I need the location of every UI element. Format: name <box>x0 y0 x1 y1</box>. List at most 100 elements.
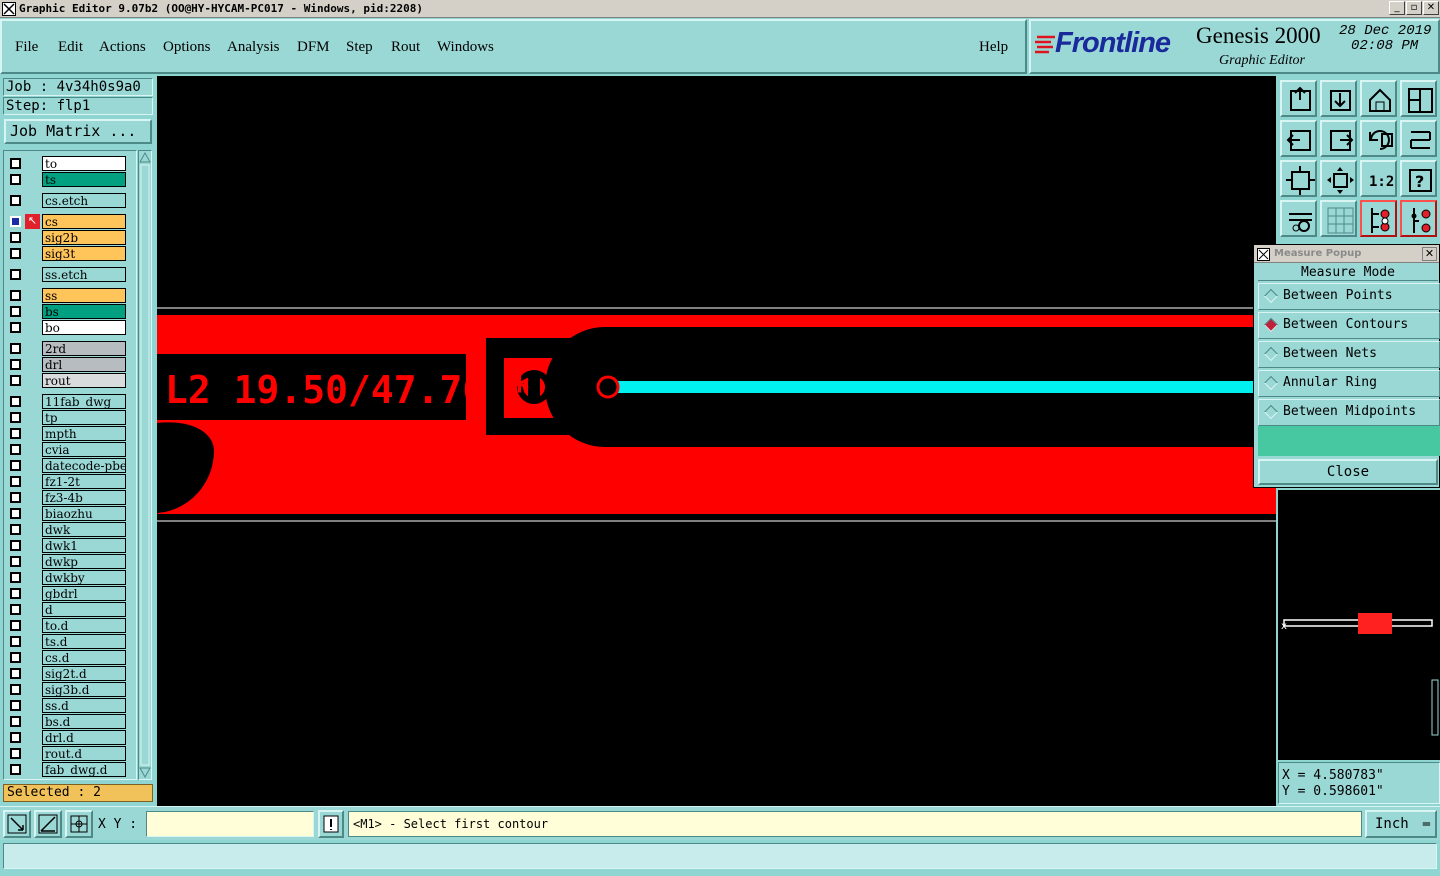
layer-row-11fab_dwg[interactable]: 11fab_dwg <box>8 394 126 409</box>
layer-row-biaozhu[interactable]: biaozhu <box>8 506 126 521</box>
layer-row-cs.etch[interactable]: cs.etch <box>8 193 126 208</box>
layer-checkbox[interactable] <box>10 620 21 631</box>
tools-button[interactable] <box>1280 200 1317 237</box>
help-button[interactable]: ? <box>1400 160 1437 197</box>
layer-row-ss[interactable]: ss <box>8 288 126 303</box>
maximize-button[interactable]: ▫ <box>1406 1 1422 15</box>
layer-row-dwk1[interactable]: dwk1 <box>8 538 126 553</box>
layer-row-drl[interactable]: drl <box>8 357 126 372</box>
home-button[interactable] <box>1360 80 1397 117</box>
zoom-center-button[interactable] <box>1320 160 1357 197</box>
snap-mode-button[interactable] <box>3 810 31 838</box>
layer-checkbox[interactable] <box>10 764 21 775</box>
layer-row-rout.d[interactable]: rout.d <box>8 746 126 761</box>
layer-row-sig2b[interactable]: sig2b <box>8 230 126 245</box>
layer-row-mpth[interactable]: mpth <box>8 426 126 441</box>
layers-snap-button[interactable] <box>1360 200 1397 237</box>
layer-row-2rd[interactable]: 2rd <box>8 341 126 356</box>
layer-checkbox[interactable] <box>10 343 21 354</box>
layer-checkbox[interactable] <box>10 174 21 185</box>
layer-checkbox[interactable] <box>10 716 21 727</box>
menu-help[interactable]: Help <box>979 39 1008 56</box>
layer-checkbox[interactable] <box>10 232 21 243</box>
layer-row-fab_dwg.d[interactable]: fab_dwg.d <box>8 762 126 777</box>
layer-row-bs.d[interactable]: bs.d <box>8 714 126 729</box>
menu-analysis[interactable]: Analysis <box>227 39 280 56</box>
layer-row-dwk[interactable]: dwk <box>8 522 126 537</box>
layer-checkbox[interactable] <box>10 428 21 439</box>
layer-checkbox[interactable] <box>10 322 21 333</box>
layer-checkbox[interactable] <box>10 700 21 711</box>
layer-checkbox[interactable] <box>10 375 21 386</box>
menu-dfm[interactable]: DFM <box>297 39 330 56</box>
layer-row-cs.d[interactable]: cs.d <box>8 650 126 665</box>
layer-row-gbdrl[interactable]: gbdrl <box>8 586 126 601</box>
measure-option-between-nets[interactable]: Between Nets <box>1258 341 1440 368</box>
layer-row-ts[interactable]: ts <box>8 172 126 187</box>
measure-option-between-contours[interactable]: Between Contours <box>1258 312 1440 339</box>
layer-checkbox[interactable] <box>10 636 21 647</box>
split-view-button[interactable] <box>1400 80 1437 117</box>
popup-close-icon[interactable]: ✕ <box>1422 247 1437 261</box>
layer-checkbox[interactable] <box>10 652 21 663</box>
layer-row-cvia[interactable]: cvia <box>8 442 126 457</box>
layer-row-fz1-2t[interactable]: fz1-2t <box>8 474 126 489</box>
net-snap-button[interactable] <box>1400 200 1437 237</box>
layer-checkbox[interactable] <box>10 248 21 259</box>
layer-row-datecode-pbe[interactable]: datecode-pbe <box>8 458 126 473</box>
layer-checkbox[interactable] <box>10 492 21 503</box>
layer-row-tp[interactable]: tp <box>8 410 126 425</box>
layer-checkbox[interactable] <box>10 396 21 407</box>
layer-checkbox[interactable] <box>10 748 21 759</box>
units-selector[interactable]: Inch ═ <box>1365 810 1437 838</box>
layer-checkbox[interactable] <box>10 476 21 487</box>
layer-checkbox[interactable] <box>10 732 21 743</box>
pan-right-button[interactable] <box>1320 120 1357 157</box>
measure-option-between-midpoints[interactable]: Between Midpoints <box>1258 399 1440 426</box>
overview-map[interactable]: x <box>1278 490 1440 760</box>
redo-button[interactable] <box>1400 120 1437 157</box>
menu-options[interactable]: Options <box>163 39 211 56</box>
layer-row-fz3-4b[interactable]: fz3-4b <box>8 490 126 505</box>
layer-row-sig3b.d[interactable]: sig3b.d <box>8 682 126 697</box>
layer-checkbox[interactable] <box>10 604 21 615</box>
layer-row-ts.d[interactable]: ts.d <box>8 634 126 649</box>
layer-checkbox[interactable] <box>10 684 21 695</box>
menu-step[interactable]: Step <box>346 39 373 56</box>
layer-row-d[interactable]: d <box>8 602 126 617</box>
layer-checkbox[interactable] <box>10 306 21 317</box>
measure-option-between-points[interactable]: Between Points <box>1258 283 1440 310</box>
layer-checkbox[interactable] <box>10 508 21 519</box>
layer-row-drl.d[interactable]: drl.d <box>8 730 126 745</box>
layer-checkbox[interactable] <box>10 588 21 599</box>
pan-down-button[interactable] <box>1320 80 1357 117</box>
grid-snap-button[interactable] <box>65 810 93 838</box>
layer-checkbox[interactable] <box>10 556 21 567</box>
menu-actions[interactable]: Actions <box>99 39 146 56</box>
layer-row-ss.etch[interactable]: ss.etch <box>8 267 126 282</box>
job-matrix-button[interactable]: Job Matrix ... <box>4 119 152 144</box>
layer-checkbox[interactable] <box>10 540 21 551</box>
layer-checkbox[interactable] <box>10 668 21 679</box>
layer-checkbox[interactable] <box>10 195 21 206</box>
angle-snap-button[interactable] <box>34 810 62 838</box>
layer-row-bo[interactable]: bo <box>8 320 126 335</box>
measure-close-button[interactable]: Close <box>1258 459 1438 485</box>
layer-checkbox[interactable] <box>10 572 21 583</box>
layer-checkbox[interactable] <box>10 412 21 423</box>
scale-1-2-button[interactable]: 1:2 <box>1360 160 1397 197</box>
zoom-fit-button[interactable] <box>1280 160 1317 197</box>
layer-checkbox[interactable] <box>10 290 21 301</box>
grid-button[interactable] <box>1320 200 1357 237</box>
close-window-button[interactable]: ✕ <box>1423 1 1439 15</box>
layer-row-to[interactable]: to <box>8 156 126 171</box>
undo-button[interactable] <box>1360 120 1397 157</box>
layer-row-sig3t[interactable]: sig3t <box>8 246 126 261</box>
xy-input[interactable] <box>146 811 314 837</box>
layer-row-dwkp[interactable]: dwkp <box>8 554 126 569</box>
layer-checkbox[interactable] <box>10 158 21 169</box>
layer-row-bs[interactable]: bs <box>8 304 126 319</box>
layer-checkbox[interactable] <box>10 269 21 280</box>
layer-row-ss.d[interactable]: ss.d <box>8 698 126 713</box>
pan-left-button[interactable] <box>1280 120 1317 157</box>
